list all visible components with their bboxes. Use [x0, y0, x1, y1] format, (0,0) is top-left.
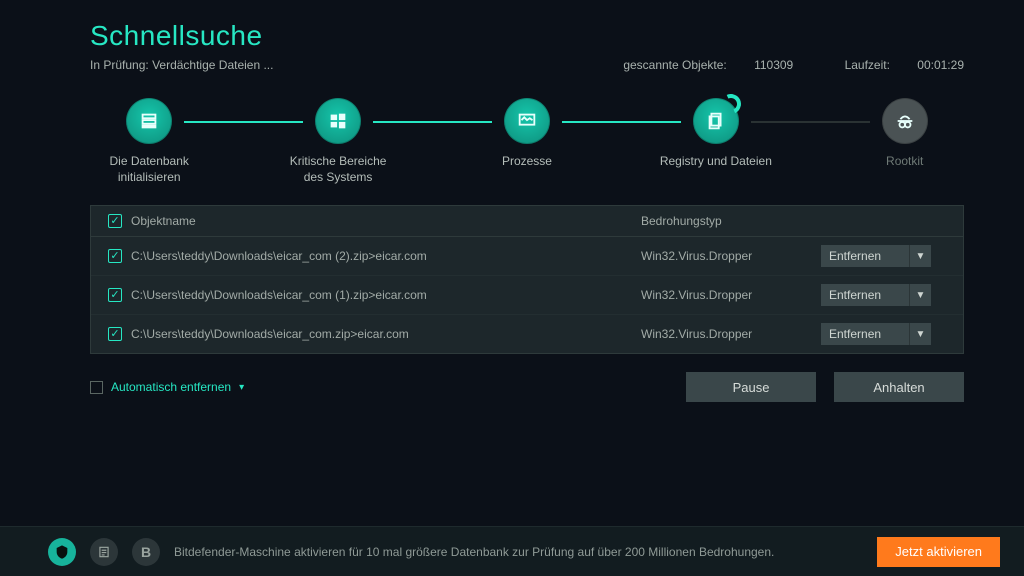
runtime-value: 00:01:29 — [917, 58, 964, 72]
action-dropdown[interactable]: Entfernen ▼ — [821, 245, 931, 267]
table-row: C:\Users\teddy\Downloads\eicar_com (1).z… — [91, 276, 963, 315]
action-label: Entfernen — [821, 245, 909, 267]
col-type-header[interactable]: Bedrohungstyp — [641, 214, 821, 228]
database-icon — [126, 98, 172, 144]
scan-status-item: Verdächtige Dateien ... — [152, 58, 273, 72]
step-database: Die Datenbank initialisieren — [90, 98, 208, 185]
pause-button[interactable]: Pause — [686, 372, 816, 402]
activate-button[interactable]: Jetzt aktivieren — [877, 537, 1000, 567]
chevron-down-icon: ▾ — [239, 382, 244, 393]
chevron-down-icon: ▼ — [909, 245, 931, 267]
step-system: Kritische Bereiche des Systems — [279, 98, 397, 185]
threat-path: C:\Users\teddy\Downloads\eicar_com.zip>e… — [127, 327, 641, 341]
files-icon — [693, 98, 739, 144]
shield-icon[interactable] — [48, 538, 76, 566]
table-row: C:\Users\teddy\Downloads\eicar_com (2).z… — [91, 237, 963, 276]
bitdefender-icon[interactable]: B — [132, 538, 160, 566]
checkbox-empty-icon — [90, 381, 103, 394]
threat-type: Win32.Virus.Dropper — [641, 327, 821, 341]
row-checkbox[interactable] — [108, 249, 122, 263]
threat-path: C:\Users\teddy\Downloads\eicar_com (2).z… — [127, 249, 641, 263]
step-registry: Registry und Dateien — [657, 98, 775, 170]
scan-metrics: gescannte Objekte: 110309 Laufzeit: 00:0… — [575, 58, 964, 72]
windows-icon — [315, 98, 361, 144]
table-header: Objektname Bedrohungstyp — [91, 206, 963, 237]
step-label: Rootkit — [886, 154, 923, 170]
scanned-value: 110309 — [754, 58, 793, 72]
action-dropdown[interactable]: Entfernen ▼ — [821, 284, 931, 306]
auto-remove-label: Automatisch entfernen — [111, 380, 231, 394]
step-label: Registry und Dateien — [660, 154, 772, 170]
step-rootkit: Rootkit — [846, 98, 964, 170]
step-label: Die Datenbank initialisieren — [90, 154, 208, 185]
table-row: C:\Users\teddy\Downloads\eicar_com.zip>e… — [91, 315, 963, 353]
step-processes: Prozesse — [468, 98, 586, 170]
threat-type: Win32.Virus.Dropper — [641, 288, 821, 302]
col-name-header[interactable]: Objektname — [127, 214, 641, 228]
page-title: Schnellsuche — [90, 20, 964, 52]
step-label: Prozesse — [502, 154, 552, 170]
step-label: Kritische Bereiche des Systems — [279, 154, 397, 185]
scanned-label: gescannte Objekte: — [623, 58, 726, 72]
chevron-down-icon: ▼ — [909, 284, 931, 306]
action-label: Entfernen — [821, 284, 909, 306]
scan-progress: Die Datenbank initialisieren Kritische B… — [90, 98, 964, 185]
threats-table: Objektname Bedrohungstyp C:\Users\teddy\… — [90, 205, 964, 354]
scan-status: In Prüfung: Verdächtige Dateien ... — [90, 58, 273, 72]
auto-remove-toggle[interactable]: Automatisch entfernen ▾ — [90, 380, 244, 394]
threat-type: Win32.Virus.Dropper — [641, 249, 821, 263]
stop-button[interactable]: Anhalten — [834, 372, 964, 402]
scan-status-prefix: In Prüfung: — [90, 58, 149, 72]
log-icon[interactable] — [90, 538, 118, 566]
monitor-icon — [504, 98, 550, 144]
chevron-down-icon: ▼ — [909, 323, 931, 345]
row-checkbox[interactable] — [108, 288, 122, 302]
threat-path: C:\Users\teddy\Downloads\eicar_com (1).z… — [127, 288, 641, 302]
row-checkbox[interactable] — [108, 327, 122, 341]
action-label: Entfernen — [821, 323, 909, 345]
promo-text: Bitdefender-Maschine aktivieren für 10 m… — [174, 545, 863, 559]
action-dropdown[interactable]: Entfernen ▼ — [821, 323, 931, 345]
promo-bar: B Bitdefender-Maschine aktivieren für 10… — [0, 526, 1024, 576]
select-all-checkbox[interactable] — [108, 214, 122, 228]
incognito-icon — [882, 98, 928, 144]
runtime-label: Laufzeit: — [845, 58, 890, 72]
